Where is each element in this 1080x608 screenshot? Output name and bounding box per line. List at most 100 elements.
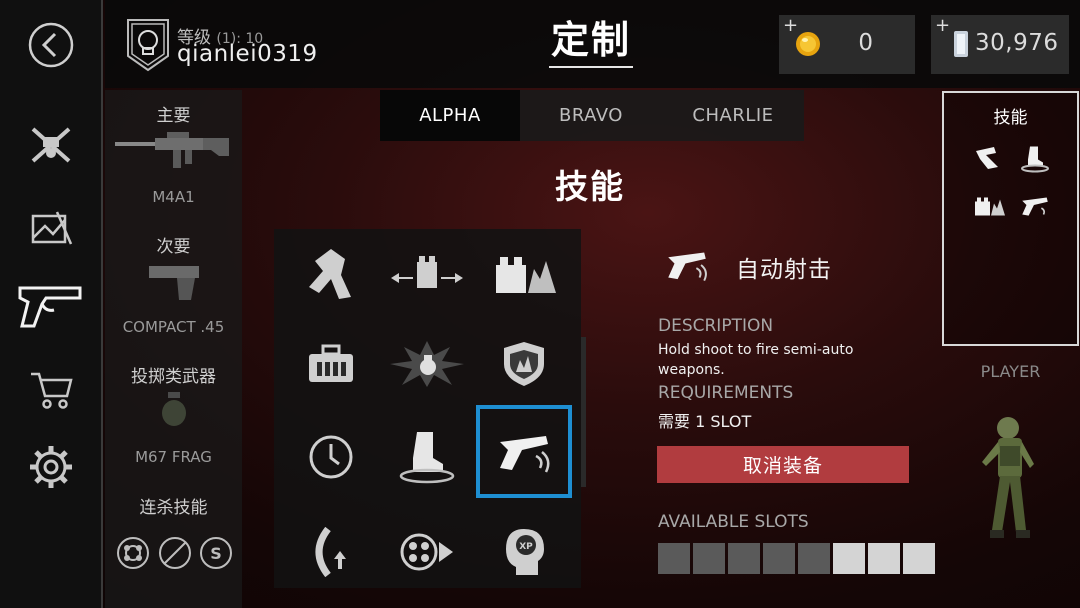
reload-arc-icon — [315, 527, 346, 577]
rifle-icon — [115, 132, 229, 168]
primary-label: 主要 — [156, 106, 191, 126]
killstreak-icons: S — [117, 537, 232, 569]
equipped-skills-label: 技能 — [993, 108, 1028, 128]
add-silver-button[interactable]: + — [935, 15, 950, 36]
slot-box — [728, 543, 760, 574]
nav-settings[interactable] — [22, 438, 80, 496]
slot-box — [763, 543, 795, 574]
equipped-skill-1[interactable] — [974, 145, 1002, 175]
ammo-case-icon — [309, 344, 353, 382]
clock-icon — [309, 435, 353, 479]
drone-forward-icon — [400, 533, 453, 571]
silver-amount: 30,976 — [975, 30, 1059, 56]
nav-store[interactable] — [22, 360, 80, 418]
xp-head-icon: XP — [506, 529, 544, 575]
skill-time[interactable] — [283, 412, 379, 502]
svg-text:XP: XP — [519, 542, 533, 552]
slot-box — [868, 543, 900, 574]
back-button[interactable] — [22, 16, 80, 74]
dash-icon — [309, 249, 351, 299]
secondary-name: COMPACT .45 — [122, 318, 225, 336]
page-title: 定制 — [549, 18, 634, 68]
handgun-icon — [149, 266, 199, 300]
auto-fire-pistol-icon — [1022, 197, 1048, 216]
cart-icon — [31, 372, 73, 409]
slot-box — [693, 543, 725, 574]
requirements-text: 需要 1 SLOT — [658, 412, 752, 431]
tab-bravo[interactable]: BRAVO — [521, 90, 661, 141]
slot-box — [658, 543, 690, 574]
skill-dash[interactable] — [283, 229, 379, 319]
silver-currency[interactable]: + 30,976 — [931, 15, 1069, 74]
pistol-grip-icon — [976, 147, 998, 169]
skill-grid: XP — [274, 229, 586, 588]
equipped-skills-panel: 技能 — [942, 91, 1079, 346]
equipped-skill-3[interactable] — [972, 193, 1006, 223]
gold-amount: 0 — [858, 30, 873, 56]
skill-reload[interactable] — [283, 507, 379, 597]
skill-auto-fire[interactable] — [476, 405, 572, 498]
secondary-label: 次要 — [156, 237, 191, 257]
skill-ammo[interactable] — [283, 319, 379, 409]
requirements-label: REQUIREMENTS — [658, 383, 794, 403]
grenade-icon — [162, 392, 186, 426]
slots-label: AVAILABLE SLOTS — [658, 512, 809, 532]
back-arrow-icon — [28, 22, 74, 68]
silver-bar-icon — [954, 31, 968, 57]
killstreak-slots[interactable]: S — [116, 536, 234, 570]
gold-currency[interactable]: + 0 — [779, 15, 915, 74]
description-label: DESCRIPTION — [658, 316, 774, 336]
gear-icon — [30, 446, 72, 488]
stomp-icon — [1021, 146, 1049, 173]
primary-name: M4A1 — [152, 188, 195, 206]
skill-wide-shot[interactable] — [379, 229, 475, 319]
soldier-figure — [982, 417, 1034, 538]
stomp-icon — [399, 432, 455, 484]
equipped-skill-4[interactable] — [1018, 193, 1052, 223]
shield-flame-icon — [504, 342, 544, 386]
throwable-name: M67 FRAG — [135, 448, 212, 466]
explosion-icon — [390, 341, 464, 387]
loadout-panel: 主要 M4A1 次要 COMPACT .45 投掷类武器 M67 FRAG 连杀… — [105, 90, 242, 608]
equipped-skill-2[interactable] — [1020, 145, 1050, 177]
secondary-weapon-slot[interactable] — [147, 262, 203, 306]
throwable-label: 投掷类武器 — [131, 367, 216, 387]
slot-box — [903, 543, 935, 574]
unequip-button[interactable]: 取消装备 — [657, 446, 909, 483]
skull-badge-icon — [127, 19, 169, 72]
slot-box — [798, 543, 830, 574]
throwable-slot[interactable] — [160, 390, 188, 432]
description-text: Hold shoot to fire semi-auto weapons. — [658, 342, 854, 378]
auto-fire-pistol-icon — [668, 252, 707, 282]
killstreak-label: 连杀技能 — [139, 498, 208, 518]
detail-icon-wrap — [662, 246, 712, 288]
primary-weapon-slot[interactable] — [115, 130, 231, 176]
username: qianlei0319 — [177, 41, 318, 67]
player-label: PLAYER — [980, 362, 1041, 381]
skill-shield[interactable] — [476, 319, 572, 409]
section-title: 技能 — [555, 167, 625, 206]
pistol-icon — [18, 286, 82, 328]
skill-stomp[interactable] — [379, 412, 475, 502]
nav-map[interactable] — [22, 199, 80, 257]
slot-box — [833, 543, 865, 574]
shock-wall-icon — [496, 257, 556, 293]
grid-scrollbar[interactable] — [581, 337, 586, 487]
skill-name: 自动射击 — [736, 257, 832, 283]
tab-charlie[interactable]: CHARLIE — [663, 90, 803, 141]
nav-loadout[interactable] — [14, 276, 86, 334]
map-icon — [31, 211, 73, 245]
nav-weapons[interactable] — [22, 116, 80, 174]
tab-alpha[interactable]: ALPHA — [380, 90, 520, 141]
crossed-rifles-icon — [31, 127, 71, 163]
shock-wall-icon — [975, 197, 1005, 216]
gold-coin-icon — [796, 32, 820, 56]
svg-text:S: S — [210, 544, 222, 563]
skill-xp[interactable]: XP — [476, 507, 572, 597]
skill-shock-wall[interactable] — [476, 229, 572, 319]
skill-drone[interactable] — [379, 507, 475, 597]
side-nav — [0, 0, 103, 608]
skill-explosion[interactable] — [379, 319, 475, 409]
player-avatar[interactable] — [978, 412, 1044, 552]
player-rank-badge[interactable] — [126, 18, 170, 76]
